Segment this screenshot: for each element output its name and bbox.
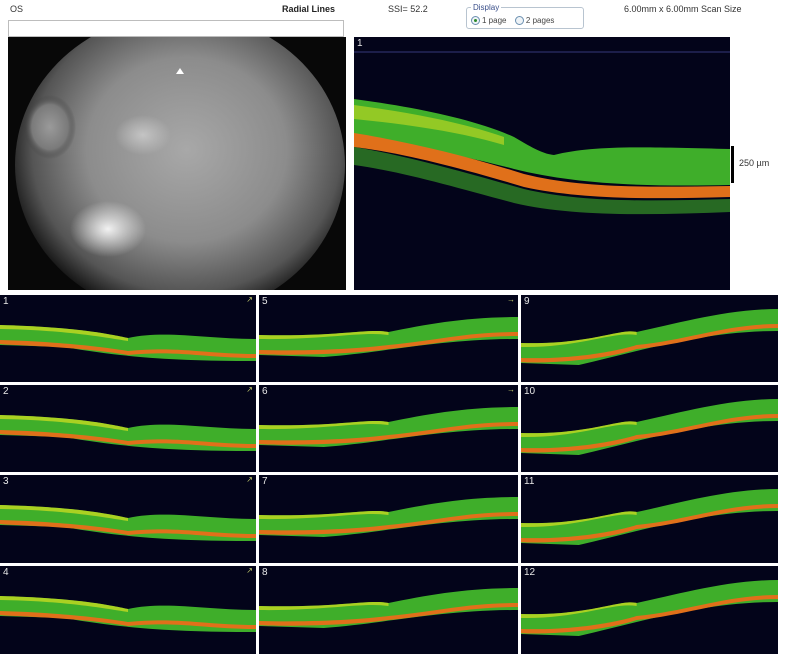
oct-scan-thumb-10[interactable]: 10: [521, 385, 778, 472]
scan-thumb-label: 12: [524, 567, 536, 578]
scan-direction-arrow-icon: ↗: [246, 566, 253, 575]
oct-scan-thumb-1[interactable]: 1 ↗: [0, 295, 256, 382]
scan-thumb-label: 2: [3, 386, 9, 397]
scan-thumb-label: 11: [524, 476, 535, 487]
main-scan-label: 1: [357, 38, 363, 49]
radio-selected-icon: [471, 16, 480, 25]
oct-scan-thumb-image: [0, 325, 256, 361]
oct-scan-thumb-image: [259, 497, 518, 537]
ssi-value: SSI= 52.2: [388, 4, 428, 14]
oct-scan-thumb-image: [0, 505, 256, 541]
oct-scan-thumb-9[interactable]: 9: [521, 295, 778, 382]
oct-scan-thumb-4[interactable]: 4 ↗: [0, 566, 256, 654]
scan-thumb-label: 10: [524, 386, 536, 397]
oct-scan-thumb-image: [259, 588, 518, 628]
oct-scan-thumb-image: [259, 407, 518, 447]
scan-thumb-label: 8: [262, 567, 268, 578]
eye-label: OS: [10, 4, 24, 14]
oct-scan-thumb-2[interactable]: 2 ↗: [0, 385, 256, 472]
scan-direction-arrow-icon: →: [507, 295, 515, 304]
oct-scan-thumb-12[interactable]: 12: [521, 566, 778, 654]
display-legend: Display: [473, 3, 500, 12]
main-oct-scan[interactable]: 1: [354, 37, 730, 290]
oct-scan-thumb-image: [521, 489, 778, 545]
radio-unselected-icon: [514, 16, 524, 25]
scan-thumb-label: 3: [3, 476, 9, 487]
oct-scan-thumb-image: [521, 399, 778, 455]
oct-scan-thumb-7[interactable]: 7: [259, 475, 518, 563]
oct-scan-thumb-11[interactable]: 11: [521, 475, 778, 563]
display-group: Display 1 page 2 pages: [466, 3, 584, 29]
oct-scan-thumb-image: [0, 415, 256, 451]
oct-scan-thumb-image: [0, 596, 256, 632]
oct-scan-thumb-8[interactable]: 8: [259, 566, 518, 654]
page-title: Radial Lines: [282, 4, 336, 14]
scan-direction-arrow-icon: →: [507, 385, 515, 394]
oct-scan-thumb-3[interactable]: 3 ↗: [0, 475, 256, 563]
oct-scan-thumb-image: [521, 580, 778, 636]
scan-thumb-label: 5: [262, 296, 268, 307]
scan-direction-arrow-icon: ↗: [246, 385, 253, 394]
radio-1-page-label: 1 page: [482, 16, 507, 25]
scale-bar: [731, 146, 734, 183]
scan-thumb-label: 9: [524, 296, 530, 307]
oct-scan-thumb-image: [521, 309, 778, 365]
radio-1-page[interactable]: 1 page: [471, 16, 506, 25]
radio-2-pages[interactable]: 2 pages: [514, 16, 555, 25]
scan-thumb-label: 7: [262, 476, 268, 487]
oct-scan-thumb-image: [259, 317, 518, 357]
scan-thumb-label: 1: [3, 296, 9, 307]
fundus-header-bar: [8, 20, 344, 37]
oct-scan-thumb-5[interactable]: 5 →: [259, 295, 518, 382]
oct-scan-thumb-6[interactable]: 6 →: [259, 385, 518, 472]
fundus-image[interactable]: [8, 37, 346, 290]
radio-2-pages-label: 2 pages: [525, 16, 555, 25]
scan-direction-arrow-icon: ↗: [246, 295, 253, 304]
scan-thumb-label: 6: [262, 386, 268, 397]
scale-label: 250 µm: [739, 158, 770, 168]
scan-direction-arrow-icon: ↗: [246, 475, 253, 484]
main-oct-scan-image: [354, 51, 730, 215]
scan-size-label: 6.00mm x 6.00mm Scan Size: [624, 4, 742, 14]
scan-thumb-label: 4: [3, 567, 9, 578]
